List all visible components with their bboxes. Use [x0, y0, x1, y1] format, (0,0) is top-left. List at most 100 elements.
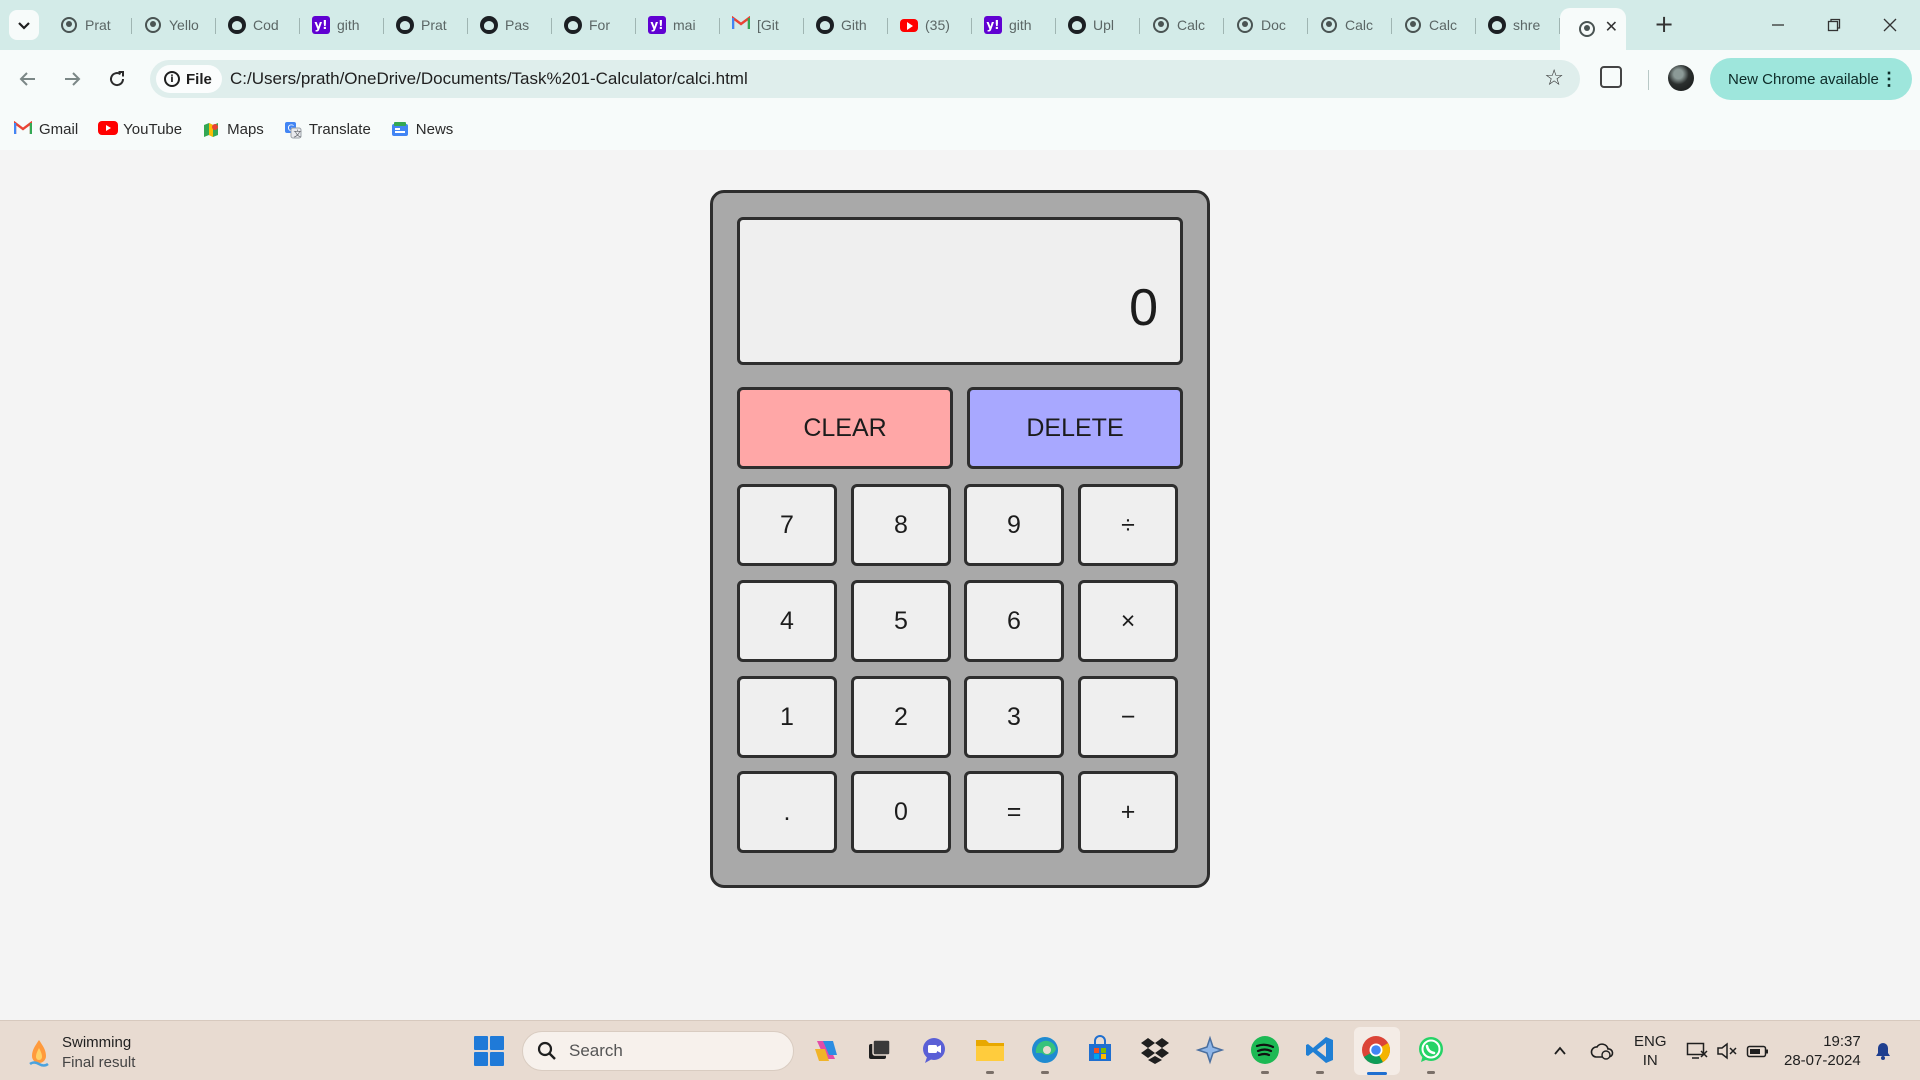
spotify-icon[interactable]	[1248, 1033, 1282, 1074]
key-equals-button[interactable]: =	[964, 771, 1064, 853]
new-tab-button[interactable]: +	[1650, 10, 1678, 38]
bookmark-gmail[interactable]: Gmail	[13, 121, 78, 138]
address-bar[interactable]: i File C:/Users/prath/OneDrive/Documents…	[150, 60, 1580, 98]
reload-button[interactable]	[99, 61, 135, 97]
browser-tab[interactable]: For	[552, 8, 636, 42]
browser-tab[interactable]: [Git	[720, 8, 804, 42]
taskbar-search[interactable]: Search	[522, 1031, 794, 1071]
clock[interactable]: 19:37 28-07-2024	[1784, 1021, 1861, 1080]
volume-muted-icon[interactable]	[1716, 1021, 1738, 1080]
key-multiply-button[interactable]: ×	[1078, 580, 1178, 662]
weather-title: Swimming	[62, 1034, 132, 1051]
delete-button[interactable]: DELETE	[967, 387, 1183, 469]
browser-tab[interactable]: Prat	[48, 8, 132, 42]
whatsapp-icon[interactable]	[1414, 1033, 1448, 1074]
bookmark-maps[interactable]: Maps	[202, 121, 264, 138]
chrome-icon[interactable]	[1359, 1033, 1393, 1067]
key-3-button[interactable]: 3	[964, 676, 1064, 758]
browser-tab[interactable]: y! mai	[636, 8, 720, 42]
bookmark-label: Translate	[308, 120, 371, 138]
language-indicator[interactable]: ENG IN	[1634, 1021, 1667, 1080]
bookmark-youtube[interactable]: YouTube	[98, 121, 182, 138]
browser-tab[interactable]: shre	[1476, 8, 1560, 42]
url-text[interactable]: C:/Users/prath/OneDrive/Documents/Task%2…	[230, 69, 748, 89]
tab-search-button[interactable]	[9, 10, 39, 40]
browser-tab[interactable]: Upl	[1056, 8, 1140, 42]
back-button[interactable]	[10, 61, 46, 97]
site-info-chip[interactable]: i File	[156, 65, 222, 93]
game-controller-icon[interactable]	[1193, 1033, 1227, 1067]
gmail-icon	[731, 15, 751, 34]
language-line-2: IN	[1642, 1052, 1658, 1069]
browser-tab[interactable]: (35)	[888, 8, 972, 42]
bookmark-news[interactable]: News	[391, 121, 453, 138]
battery-icon[interactable]	[1746, 1021, 1770, 1080]
browser-tab[interactable]: Doc	[1224, 8, 1308, 42]
browser-tab[interactable]: Gith	[804, 8, 888, 42]
clear-button[interactable]: CLEAR	[737, 387, 953, 469]
start-button[interactable]	[474, 1036, 504, 1066]
browser-tab[interactable]: y! gith	[300, 8, 384, 42]
restore-button[interactable]	[1806, 0, 1862, 50]
extensions-puzzle-icon[interactable]	[1600, 66, 1622, 88]
browser-toolbar: i File C:/Users/prath/OneDrive/Documents…	[0, 50, 1920, 108]
key-7-button[interactable]: 7	[737, 484, 837, 566]
windows-taskbar: Swimming Final result Search ENG IN 19:3…	[0, 1020, 1920, 1080]
profile-avatar[interactable]	[1668, 65, 1694, 91]
task-view-icon[interactable]	[862, 1033, 896, 1067]
youtube-icon	[900, 16, 918, 34]
weather-widget[interactable]: Swimming Final result	[28, 1033, 135, 1073]
tab-close-icon[interactable]: ✕	[1605, 19, 1618, 35]
browser-tab[interactable]: Cod	[216, 8, 300, 42]
dropbox-icon[interactable]	[1138, 1033, 1172, 1067]
browser-tab-active[interactable]: ✕	[1560, 8, 1626, 50]
notifications-bell-icon[interactable]	[1874, 1021, 1892, 1080]
globe-icon	[1320, 16, 1338, 34]
chrome-update-button[interactable]: New Chrome available ⋮	[1710, 58, 1912, 100]
key-8-button[interactable]: 8	[851, 484, 951, 566]
key-9-button[interactable]: 9	[964, 484, 1064, 566]
windows-logo-tile	[474, 1052, 488, 1066]
bookmark-translate[interactable]: G文 Translate	[284, 120, 371, 139]
browser-tab[interactable]: Calc	[1308, 8, 1392, 42]
browser-tab[interactable]: Calc	[1140, 8, 1224, 42]
edge-browser-icon[interactable]	[1028, 1033, 1062, 1074]
tab-title: mai	[673, 17, 696, 33]
forward-button[interactable]	[54, 61, 90, 97]
show-hidden-icons-button[interactable]	[1552, 1021, 1568, 1080]
globe-icon	[1236, 16, 1254, 34]
github-icon	[1068, 16, 1086, 34]
key-5-button[interactable]: 5	[851, 580, 951, 662]
browser-tab[interactable]: Prat	[384, 8, 468, 42]
chat-app-icon[interactable]	[917, 1033, 951, 1067]
tab-title: Yello	[169, 17, 199, 33]
copilot-app-icon[interactable]	[809, 1033, 843, 1067]
network-icon[interactable]	[1686, 1021, 1708, 1080]
onedrive-status-icon[interactable]	[1590, 1021, 1614, 1080]
tab-title: gith	[1009, 17, 1032, 33]
vscode-icon[interactable]	[1303, 1033, 1337, 1074]
key-divide-button[interactable]: ÷	[1078, 484, 1178, 566]
browser-tab[interactable]: Yello	[132, 8, 216, 42]
browser-tab[interactable]: Pas	[468, 8, 552, 42]
maps-icon	[202, 121, 220, 137]
key-decimal-button[interactable]: .	[737, 771, 837, 853]
minimize-button[interactable]	[1750, 0, 1806, 50]
microsoft-store-icon[interactable]	[1083, 1033, 1117, 1067]
key-add-button[interactable]: +	[1078, 771, 1178, 853]
browser-tab[interactable]: y! gith	[972, 8, 1056, 42]
key-1-button[interactable]: 1	[737, 676, 837, 758]
clock-time: 19:37	[1823, 1033, 1861, 1050]
close-window-button[interactable]	[1862, 0, 1918, 50]
tab-title: shre	[1513, 17, 1541, 33]
key-6-button[interactable]: 6	[964, 580, 1064, 662]
key-4-button[interactable]: 4	[737, 580, 837, 662]
browser-tab[interactable]: Calc	[1392, 8, 1476, 42]
key-2-button[interactable]: 2	[851, 676, 951, 758]
file-explorer-icon[interactable]	[973, 1033, 1007, 1074]
translate-icon: G文	[284, 121, 302, 139]
key-subtract-button[interactable]: −	[1078, 676, 1178, 758]
calculator-display: 0	[737, 217, 1183, 365]
bookmark-star-icon[interactable]: ☆	[1544, 66, 1564, 91]
key-0-button[interactable]: 0	[851, 771, 951, 853]
